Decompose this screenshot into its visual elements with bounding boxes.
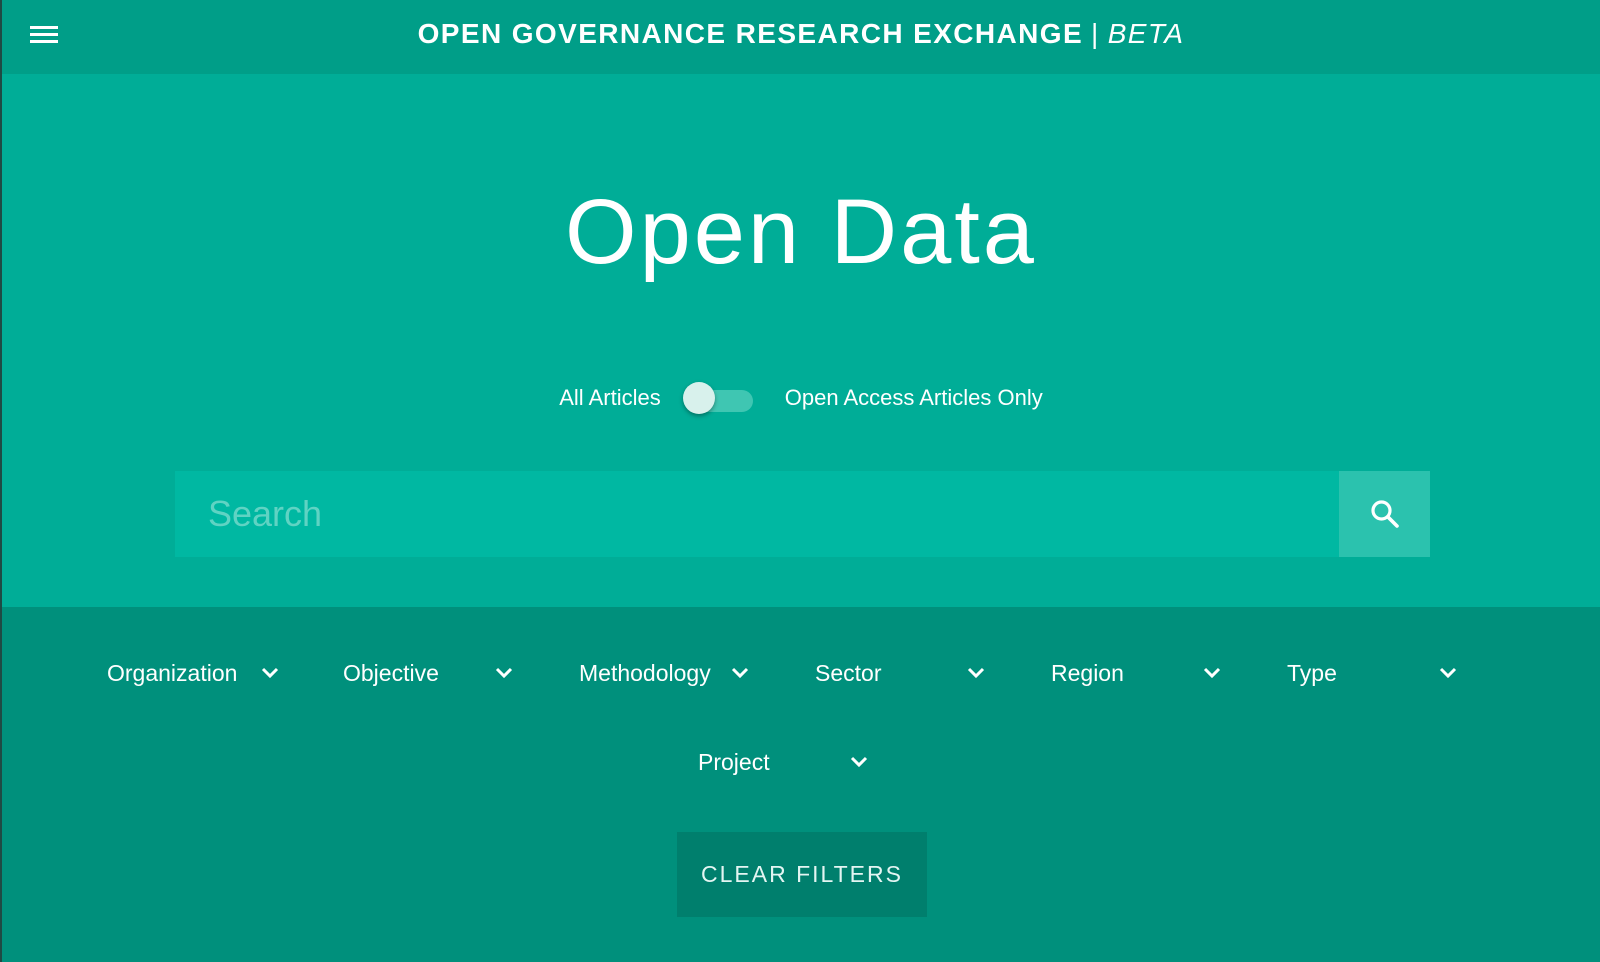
- access-toggle-row: All Articles Open Access Articles Only: [2, 378, 1600, 418]
- filter-objective[interactable]: Objective: [343, 653, 523, 693]
- chevron-down-icon: [495, 667, 513, 679]
- chevron-down-icon: [1439, 667, 1457, 679]
- filter-methodology[interactable]: Methodology: [579, 653, 759, 693]
- site-title-text: OPEN GOVERNANCE RESEARCH EXCHANGE: [417, 18, 1084, 49]
- filter-label: Region: [1051, 659, 1124, 686]
- chevron-down-icon: [731, 667, 749, 679]
- page: OPEN GOVERNANCE RESEARCH EXCHANGE | BETA O…: [0, 0, 1600, 962]
- beta-badge: BETA: [1107, 18, 1185, 49]
- filter-label: Sector: [815, 659, 882, 686]
- open-access-toggle[interactable]: [682, 378, 755, 418]
- filter-region[interactable]: Region: [1051, 653, 1231, 693]
- filter-organization[interactable]: Organization: [107, 653, 285, 693]
- filter-sector[interactable]: Sector: [815, 653, 995, 693]
- page-title: Open Data: [565, 181, 1037, 283]
- search-bar: [175, 471, 1430, 557]
- chevron-down-icon: [967, 667, 985, 679]
- filter-label: Organization: [107, 659, 238, 686]
- toggle-knob[interactable]: [682, 382, 715, 414]
- site-title[interactable]: OPEN GOVERNANCE RESEARCH EXCHANGE | BETA: [2, 18, 1600, 50]
- chevron-down-icon: [261, 667, 279, 679]
- chevron-down-icon: [850, 756, 868, 768]
- chevron-down-icon: [1203, 667, 1221, 679]
- search-icon: [1370, 500, 1399, 528]
- clear-filters-button[interactable]: CLEAR FILTERS: [677, 832, 927, 917]
- filter-label: Methodology: [579, 659, 711, 686]
- filter-label: Project: [698, 748, 770, 775]
- filter-label: Type: [1287, 659, 1337, 686]
- search-button[interactable]: [1339, 471, 1430, 557]
- all-articles-label[interactable]: All Articles: [559, 385, 660, 411]
- open-access-label[interactable]: Open Access Articles Only: [785, 385, 1043, 411]
- title-separator: |: [1091, 18, 1100, 49]
- top-bar: OPEN GOVERNANCE RESEARCH EXCHANGE | BETA: [2, 0, 1600, 74]
- filter-label: Objective: [343, 659, 439, 686]
- filter-project[interactable]: Project: [698, 742, 878, 782]
- search-input[interactable]: [175, 471, 1339, 557]
- filters-section: Organization Objective Methodology Secto…: [2, 607, 1600, 962]
- hero-section: Open Data All Articles Open Access Artic…: [2, 74, 1600, 607]
- filter-type[interactable]: Type: [1287, 653, 1467, 693]
